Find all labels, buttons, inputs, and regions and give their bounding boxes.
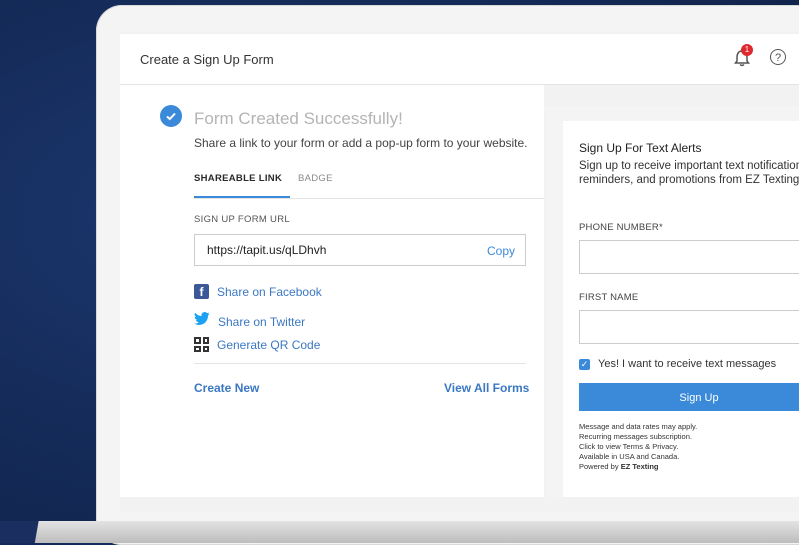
app-header: Create a Sign Up Form 1 ?	[120, 34, 799, 85]
phone-label: PHONE NUMBER*	[579, 222, 663, 233]
bell-icon[interactable]: 1	[732, 44, 753, 68]
legal-line: Message and data rates may apply.	[579, 422, 698, 431]
create-new-link[interactable]: Create New	[194, 381, 259, 395]
page-title: Create a Sign Up Form	[140, 51, 274, 67]
qr-code-icon	[194, 337, 209, 352]
powered-by-prefix: Powered by	[579, 462, 621, 471]
legal-line[interactable]: Recurring messages subscription.	[579, 432, 697, 442]
preview-title: Sign Up For Text Alerts	[579, 141, 702, 155]
facebook-icon: f	[194, 284, 209, 299]
preview-description: Sign up to receive important text notifi…	[579, 160, 799, 186]
laptop-base	[0, 521, 799, 543]
tab-badge[interactable]: BADGE	[298, 173, 333, 184]
phone-input[interactable]	[579, 240, 799, 274]
optin-checkbox[interactable]: ✓	[579, 358, 590, 370]
sign-up-button[interactable]: Sign Up	[579, 383, 799, 411]
view-all-forms-link[interactable]: View All Forms	[444, 381, 529, 395]
success-check-icon	[160, 105, 182, 127]
share-twitter-label: Share on Twitter	[218, 314, 306, 329]
signup-form-preview: Sign Up For Text Alerts Sign up to recei…	[563, 121, 799, 497]
generate-qr-label: Generate QR Code	[217, 337, 321, 352]
legal-text: Message and data rates may apply. Recurr…	[579, 422, 697, 472]
footer-divider	[194, 363, 526, 364]
share-facebook-label: Share on Facebook	[217, 284, 322, 299]
generate-qr-link[interactable]: Generate QR Code	[194, 337, 320, 352]
url-value: https://tapit.us/qLDhvh	[207, 243, 327, 257]
optin-row[interactable]: ✓ Yes! I want to receive text messages	[579, 358, 776, 370]
powered-by-brand: EZ Texting	[620, 462, 659, 471]
tab-shareable-link[interactable]: SHAREABLE LINK	[194, 173, 282, 184]
powered-by: Powered by EZ Texting	[579, 462, 697, 472]
first-name-input[interactable]	[579, 310, 799, 344]
help-icon[interactable]: ?	[770, 49, 786, 65]
legal-line[interactable]: Click to view Terms & Privacy.	[579, 442, 697, 452]
optin-label: Yes! I want to receive text messages	[598, 358, 777, 370]
form-created-panel: Form Created Successfully! Share a link …	[120, 85, 544, 497]
share-facebook-link[interactable]: f Share on Facebook	[194, 284, 322, 299]
success-subtitle: Share a link to your form or add a pop-u…	[194, 136, 528, 150]
tab-divider	[194, 198, 544, 199]
twitter-icon	[194, 312, 210, 331]
first-name-label: FIRST NAME	[579, 292, 639, 303]
legal-line: Available in USA and Canada.	[579, 452, 680, 461]
laptop-base-shadow	[0, 521, 60, 543]
success-title: Form Created Successfully!	[194, 109, 403, 128]
copy-button[interactable]: Copy	[487, 244, 515, 258]
notification-badge: 1	[741, 44, 753, 56]
share-twitter-link[interactable]: Share on Twitter	[194, 312, 305, 331]
url-field[interactable]: https://tapit.us/qLDhvh Copy	[194, 234, 526, 266]
url-label: SIGN UP FORM URL	[194, 214, 290, 225]
